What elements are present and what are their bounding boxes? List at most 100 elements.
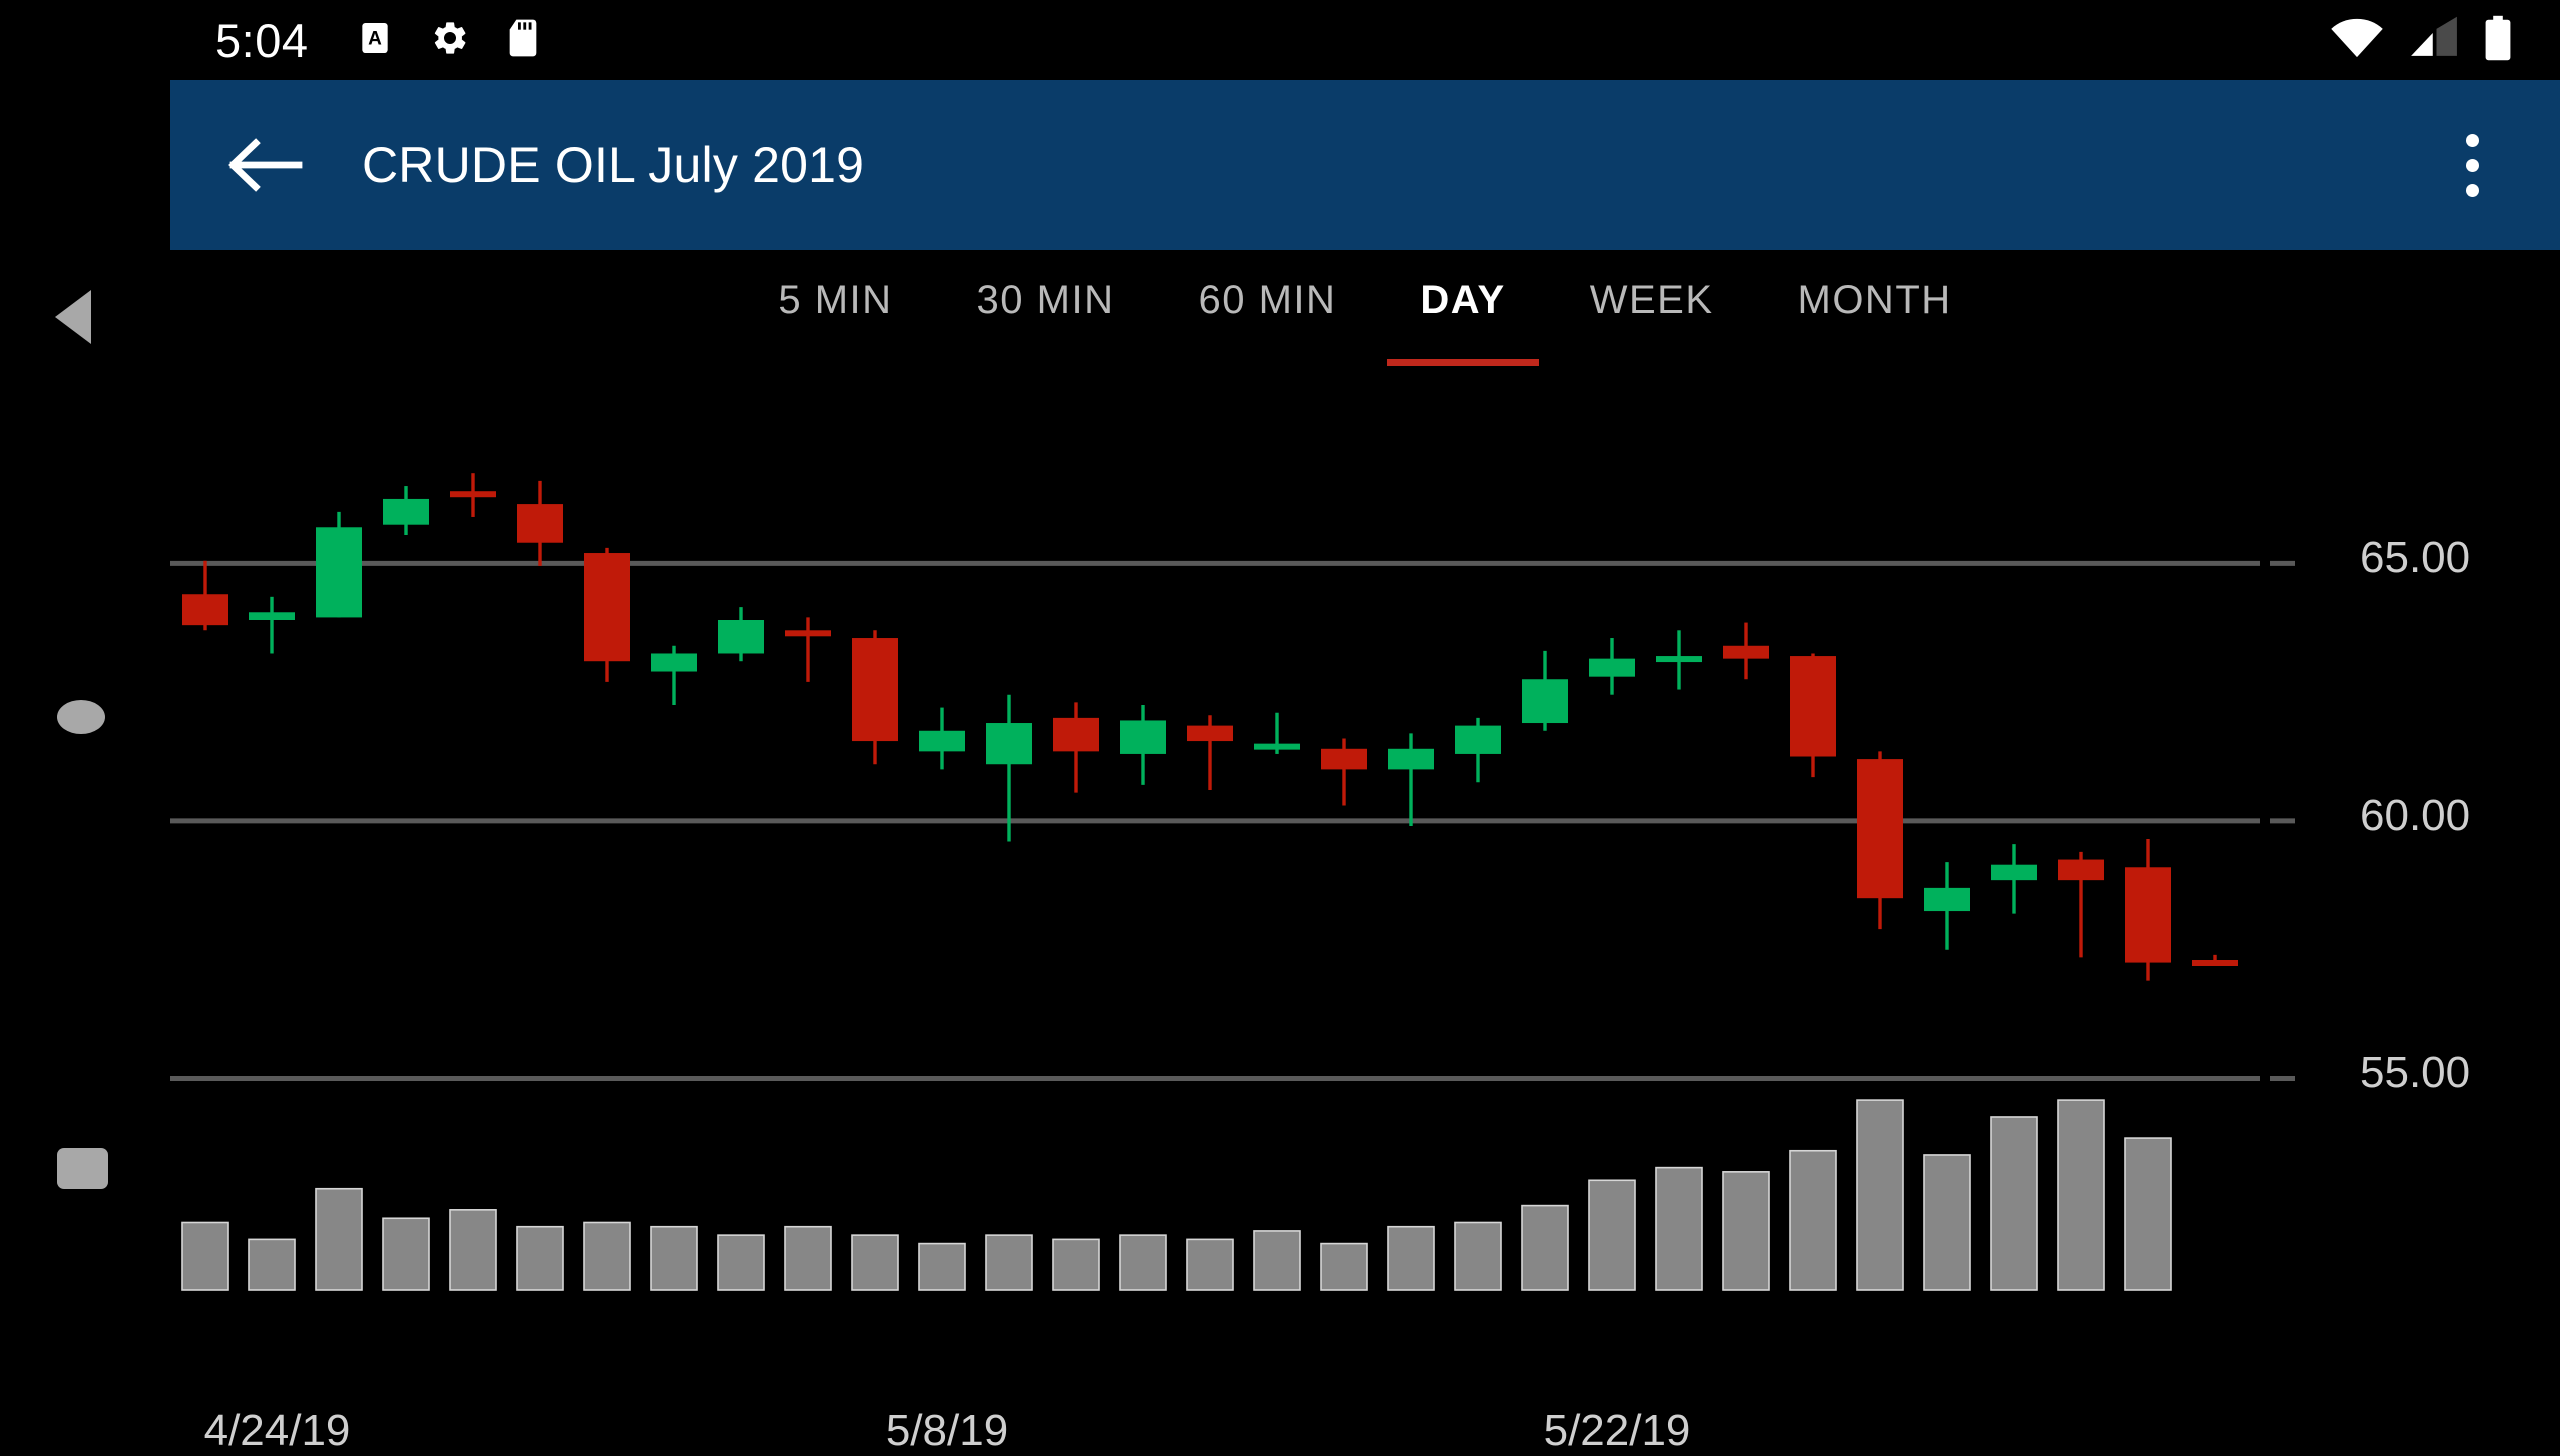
volume-bar xyxy=(2057,1099,2105,1291)
candlestick xyxy=(1589,638,1635,695)
volume-bar xyxy=(717,1234,765,1291)
svg-text:A: A xyxy=(369,28,383,49)
page-title: CRUDE OIL July 2019 xyxy=(362,137,865,193)
candlestick xyxy=(1254,712,1300,754)
candle-body xyxy=(1187,725,1233,742)
candle-body xyxy=(1455,725,1501,754)
y-axis-label: 55.00 xyxy=(2360,1048,2471,1098)
candle-body xyxy=(2125,867,2171,963)
volume-bar xyxy=(1253,1230,1301,1291)
candle-body xyxy=(1857,759,1903,899)
candlestick xyxy=(584,547,630,682)
candlestick xyxy=(517,480,563,566)
volume-bar xyxy=(382,1217,430,1291)
volume-bar xyxy=(181,1221,229,1291)
price-chart[interactable]: 65.00 60.00 55.00 4/24/19 5/8/19 5/22/19 xyxy=(170,390,2560,1455)
nav-recents-icon[interactable] xyxy=(57,1148,108,1189)
candle-body xyxy=(450,491,496,498)
volume-bar xyxy=(1387,1225,1435,1291)
candle-body xyxy=(1522,679,1568,724)
tab-label: 5 MIN xyxy=(778,278,893,322)
sd-card-icon xyxy=(506,18,540,63)
candlestick xyxy=(651,645,697,705)
volume-bar xyxy=(1655,1166,1703,1291)
volume-bar xyxy=(784,1225,832,1291)
candle-body xyxy=(919,730,965,752)
volume-bar xyxy=(1454,1221,1502,1291)
status-bar: 5:04 A xyxy=(170,0,2560,80)
candle-body xyxy=(1120,720,1166,754)
candle-body xyxy=(1589,658,1635,677)
candlestick xyxy=(2058,851,2104,958)
screenshot-icon: A xyxy=(356,19,394,62)
volume-bar xyxy=(1320,1242,1368,1291)
y-axis-label: 65.00 xyxy=(2360,533,2471,583)
candlestick xyxy=(852,630,898,765)
candle-body xyxy=(1254,743,1300,750)
candlestick xyxy=(785,617,831,682)
volume-bar xyxy=(583,1221,631,1291)
wifi-icon xyxy=(2330,16,2384,65)
active-tab-indicator xyxy=(1387,359,1540,366)
candlestick xyxy=(1857,751,1903,930)
volume-bar xyxy=(449,1209,497,1291)
candlestick xyxy=(1991,844,2037,914)
overflow-menu-icon[interactable] xyxy=(2432,119,2512,211)
overflow-dot xyxy=(2465,133,2479,147)
candle-body xyxy=(182,594,228,626)
x-axis-label: 5/22/19 xyxy=(1543,1406,1691,1455)
candlestick xyxy=(1723,622,1769,680)
volume-bar xyxy=(1588,1179,1636,1291)
volume-bar xyxy=(1186,1238,1234,1291)
candlestick-plot xyxy=(170,473,2295,1291)
volume-bar xyxy=(1521,1204,1569,1291)
candlestick xyxy=(718,607,764,662)
x-axis-label: 5/8/19 xyxy=(885,1406,1009,1455)
candlestick xyxy=(2125,838,2171,981)
volume-bar xyxy=(918,1242,966,1291)
candle-body xyxy=(383,498,429,525)
y-axis-label: 60.00 xyxy=(2360,790,2471,840)
candle-body xyxy=(2058,859,2104,881)
candle-body xyxy=(249,612,295,620)
tab-month[interactable]: MONTH xyxy=(1756,250,1994,323)
candle-body xyxy=(852,638,898,742)
candle-body xyxy=(785,630,831,637)
candlestick xyxy=(316,511,362,618)
candlestick xyxy=(1656,630,1702,690)
candlestick xyxy=(1790,653,1836,778)
cellular-signal-icon xyxy=(2409,16,2459,65)
candle-body xyxy=(316,527,362,618)
candle-body xyxy=(1321,748,1367,770)
tab-60-min[interactable]: 60 MIN xyxy=(1156,250,1378,323)
tab-30-min[interactable]: 30 MIN xyxy=(935,250,1157,323)
volume-bar xyxy=(1856,1099,1904,1291)
status-right-icon-group xyxy=(2330,15,2512,66)
overflow-dot xyxy=(2465,183,2479,197)
candlestick xyxy=(1388,733,1434,827)
volume-bar xyxy=(1789,1149,1837,1291)
tab-5-min[interactable]: 5 MIN xyxy=(736,250,934,323)
settings-gear-icon xyxy=(430,18,470,63)
volume-bar xyxy=(1990,1116,2038,1291)
tab-label: WEEK xyxy=(1589,278,1714,322)
volume-bar xyxy=(1722,1171,1770,1291)
nav-back-icon[interactable] xyxy=(55,290,91,344)
candlestick xyxy=(1187,715,1233,790)
candlestick xyxy=(1120,705,1166,785)
candlestick xyxy=(182,560,228,631)
volume-bar xyxy=(2124,1137,2172,1291)
candlestick xyxy=(1924,862,1970,950)
volume-bar xyxy=(1119,1234,1167,1291)
volume-bar xyxy=(1923,1154,1971,1291)
volume-bar xyxy=(985,1234,1033,1291)
tab-day[interactable]: DAY xyxy=(1378,250,1547,366)
volume-bar xyxy=(315,1187,363,1291)
status-clock: 5:04 xyxy=(215,13,309,67)
nav-home-icon[interactable] xyxy=(57,700,105,734)
candle-body xyxy=(2192,960,2238,966)
overflow-dot xyxy=(2465,158,2479,172)
tab-week[interactable]: WEEK xyxy=(1548,250,1756,323)
status-left-icon-group: A xyxy=(356,18,540,63)
back-arrow-icon[interactable] xyxy=(220,120,310,210)
